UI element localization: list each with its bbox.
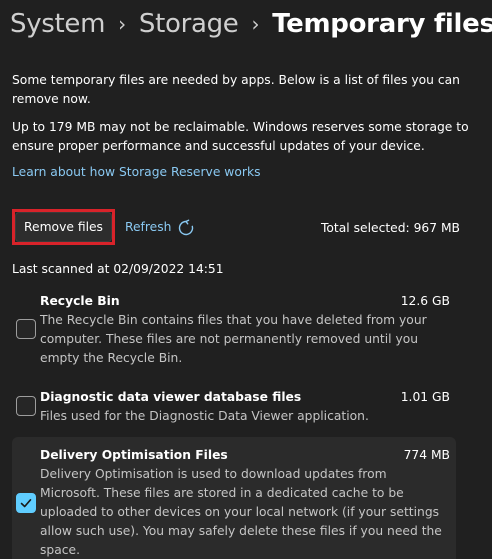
file-item-delivery-optimisation: Delivery Optimisation Files 774 MB Deliv…	[12, 437, 456, 559]
file-item-description: Delivery Optimisation is used to downloa…	[40, 467, 442, 557]
total-selected: Total selected: 967 MB	[320, 221, 460, 235]
recycle-bin-checkbox[interactable]	[16, 319, 36, 339]
file-item-title: Delivery Optimisation Files	[40, 448, 228, 462]
diagnostic-data-checkbox[interactable]	[16, 396, 36, 416]
file-item-size: 774 MB	[403, 448, 450, 462]
chevron-right-icon: ›	[118, 12, 126, 36]
file-item-description: Files used for the Diagnostic Data Viewe…	[40, 409, 369, 423]
file-item-description: The Recycle Bin contains files that you …	[40, 313, 427, 365]
last-scanned-text: Last scanned at 02/09/2022 14:51	[12, 262, 224, 276]
delivery-optimisation-checkbox[interactable]	[16, 493, 36, 513]
refresh-label: Refresh	[125, 220, 172, 234]
file-item-size: 1.01 GB	[400, 390, 450, 404]
storage-reserve-link[interactable]: Learn about how Storage Reserve works	[12, 163, 260, 182]
refresh-button[interactable]: Refresh	[125, 218, 195, 237]
page-title: Temporary files	[272, 9, 492, 39]
file-item-title: Recycle Bin	[40, 294, 120, 308]
reserve-text: Up to 179 MB may not be reclaimable. Win…	[12, 120, 469, 153]
breadcrumb-storage[interactable]: Storage	[139, 6, 239, 42]
file-item-title: Diagnostic data viewer database files	[40, 390, 302, 404]
breadcrumb-system[interactable]: System	[10, 6, 105, 42]
breadcrumb: System › Storage › Temporary files	[10, 6, 492, 42]
file-item-recycle-bin: Recycle Bin 12.6 GB The Recycle Bin cont…	[12, 292, 456, 368]
intro-text: Some temporary files are needed by apps.…	[12, 73, 460, 106]
refresh-icon	[177, 219, 195, 237]
checkmark-icon	[20, 499, 32, 508]
chevron-right-icon: ›	[251, 12, 260, 36]
file-item-diagnostic-data: Diagnostic data viewer database files 1.…	[12, 388, 456, 428]
file-item-size: 12.6 GB	[400, 294, 450, 308]
temporary-files-page: System › Storage › Temporary files Some …	[0, 0, 492, 559]
remove-files-button[interactable]: Remove files	[15, 212, 112, 242]
